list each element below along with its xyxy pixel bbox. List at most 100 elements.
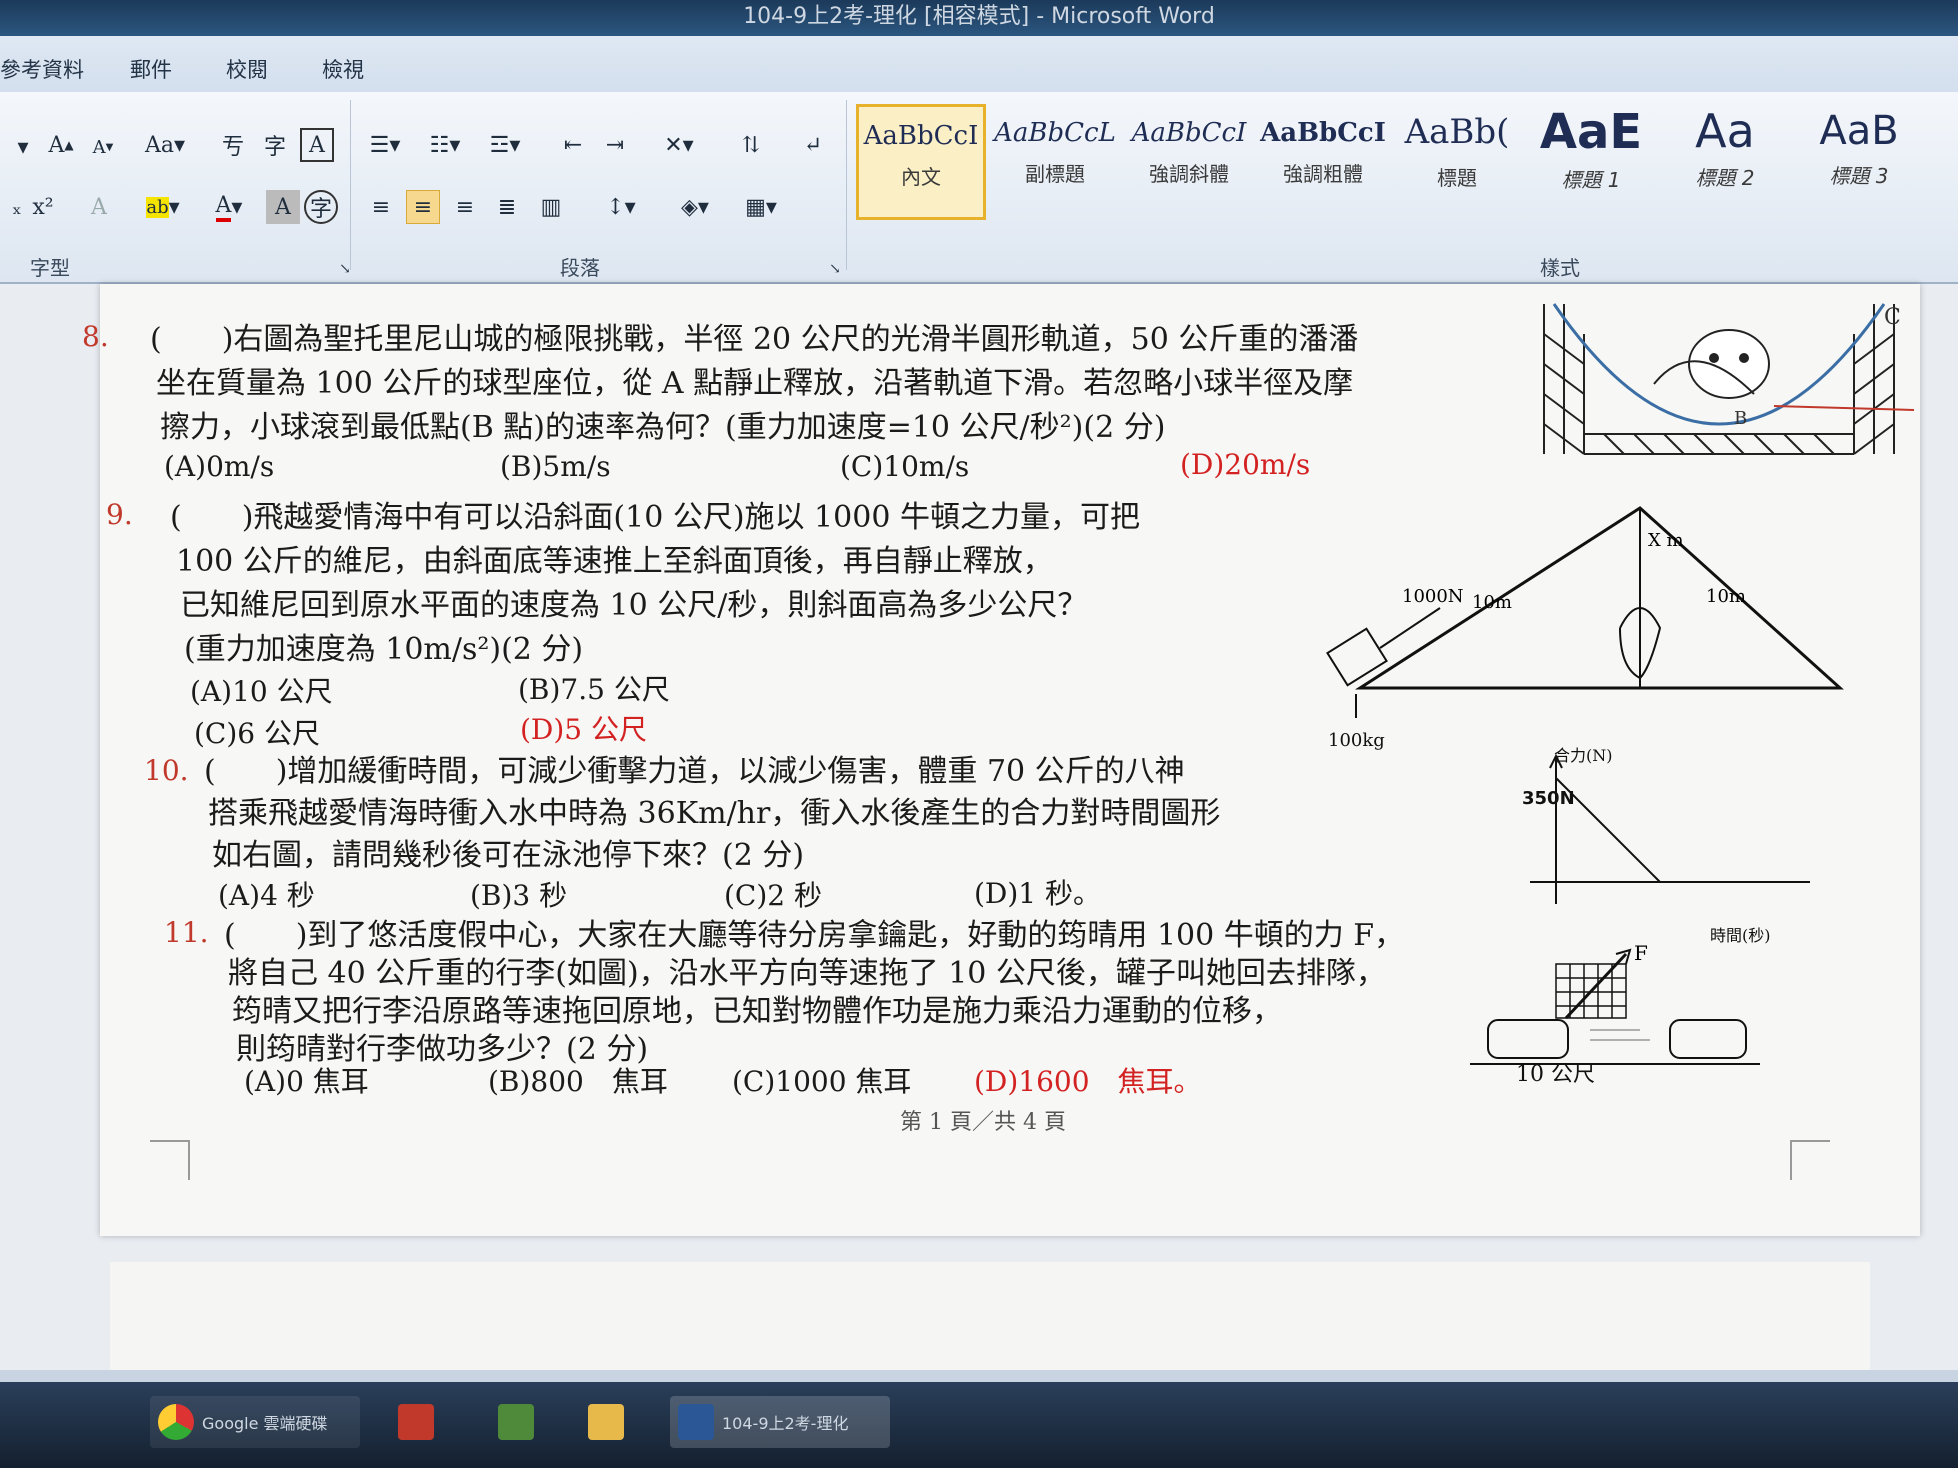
incline-figure: 1000N 10m 10m X m: [1326, 506, 1844, 718]
word-window: 104-9上2考-理化 [相容模式] - Microsoft Word 參考資料…: [0, 0, 1958, 1468]
option-c: (C)10m/s: [840, 450, 970, 483]
font-dialog-launcher-icon[interactable]: ↘: [328, 252, 362, 286]
option-a: (A)0m/s: [164, 450, 275, 483]
question-text: 如右圖，請問幾秒後可在泳池停下來？(2 分): [212, 838, 805, 873]
question-number: 10.: [144, 754, 189, 787]
enclose-circle-icon[interactable]: 字: [304, 190, 338, 224]
ribbon-tabs: 參考資料 郵件 校閱 檢視: [0, 36, 1958, 92]
multilevel-list-icon[interactable]: ☲▾: [480, 128, 530, 162]
roller-track-figure: C B: [1534, 294, 1914, 474]
option-d-answer: (D)1600 焦耳。: [974, 1065, 1202, 1098]
option-b: (B)7.5 公尺: [518, 673, 670, 706]
question-text: 100 公斤的維尼，由斜面底等速推上至斜面頂後，再自靜止釋放，: [176, 544, 1053, 579]
option-b: (B)5m/s: [500, 450, 611, 483]
block-game-icon: [498, 1404, 534, 1440]
text-effects-icon[interactable]: A: [82, 190, 116, 224]
bullets-icon[interactable]: ☰▾: [360, 128, 410, 162]
sort-icon[interactable]: ⇅: [734, 128, 768, 162]
style-emphasis-bold[interactable]: AaBbCcI 強調粗體: [1258, 104, 1388, 220]
option-d-answer: (D)5 公尺: [520, 713, 648, 746]
justify-icon[interactable]: ≣: [490, 190, 524, 224]
label-b: B: [1734, 408, 1747, 429]
question-text: 已知維尼回到原水平面的速度為 10 公尺/秒，則斜面高為多少公尺？: [180, 588, 1088, 623]
line-spacing-icon[interactable]: ↕▾: [594, 188, 648, 226]
side-left-label: 10m: [1472, 592, 1512, 613]
align-left-icon[interactable]: ≡: [364, 190, 398, 224]
enclose-char-icon[interactable]: 字: [258, 128, 292, 162]
graph-ylabel: 合力(N): [1554, 746, 1613, 765]
increase-indent-icon[interactable]: ⇥: [598, 128, 632, 162]
tab-mailings[interactable]: 郵件: [130, 54, 172, 84]
option-a: (A)10 公尺: [190, 675, 333, 708]
change-case-button[interactable]: Aa ▾: [142, 128, 188, 162]
distributed-icon[interactable]: ▥: [534, 190, 568, 224]
font-color-button[interactable]: A ▾: [202, 188, 256, 226]
taskbar-chrome[interactable]: Google 雲端硬碟: [150, 1396, 360, 1448]
style-title[interactable]: AaBb( 標題: [1392, 104, 1522, 220]
style-heading-3[interactable]: AaB 標題 3: [1794, 104, 1924, 220]
styles-gallery: AaBbCcI 內文 AaBbCcL 副標題 AaBbCcI 強調斜體 AaBb…: [856, 104, 1958, 224]
height-label: X m: [1648, 530, 1684, 551]
superscript-icon[interactable]: x²: [26, 190, 60, 224]
question-number: 11.: [164, 916, 209, 949]
question-text: 坐在質量為 100 公斤的球型座位，從 A 點靜止釋放，沿著軌道下滑。若忽略小球…: [156, 366, 1354, 401]
taskbar-explorer[interactable]: [580, 1396, 640, 1448]
tab-references[interactable]: 參考資料: [0, 54, 84, 84]
taskbar: Google 雲端硬碟 104-9上2考-理化: [0, 1382, 1958, 1468]
option-c: (C)2 秒: [724, 879, 822, 912]
highlight-button[interactable]: ab ▾: [136, 188, 190, 226]
document-page[interactable]: 8. ( )右圖為聖托里尼山城的極限挑戰，半徑 20 公尺的光滑半圓形軌道，50…: [82, 284, 1920, 1236]
numbering-icon[interactable]: ☷▾: [420, 128, 470, 162]
tab-view[interactable]: 檢視: [322, 54, 364, 84]
force-label: 1000N: [1402, 586, 1464, 607]
option-a: (A)0 焦耳: [244, 1065, 369, 1098]
align-center-icon[interactable]: ≡: [406, 190, 440, 224]
question-text: (重力加速度為 10m/s²)(2 分): [184, 632, 584, 667]
borders-icon[interactable]: ▦▾: [734, 188, 788, 226]
taskbar-word[interactable]: 104-9上2考-理化: [670, 1396, 890, 1448]
option-d: (D)1 秒。: [974, 877, 1102, 910]
style-subtitle[interactable]: AaBbCcL 副標題: [990, 104, 1120, 220]
folder-icon: [588, 1404, 624, 1440]
char-shading-icon[interactable]: A: [266, 190, 300, 224]
style-normal[interactable]: AaBbCcI 內文: [856, 104, 986, 220]
char-border-icon[interactable]: A: [300, 128, 334, 162]
question-text: ( )右圖為聖托里尼山城的極限挑戰，半徑 20 公尺的光滑半圓形軌道，50 公斤…: [150, 322, 1359, 357]
paragraph-group-label: 段落: [560, 256, 600, 280]
shading-icon[interactable]: ◈▾: [668, 188, 722, 226]
word-icon: [678, 1404, 714, 1440]
font-group-label: 字型: [30, 256, 70, 280]
question-text: 擦力，小球滾到最低點(B 點)的速率為何？(重力加速度=10 公尺/秒²)(2 …: [160, 410, 1166, 445]
shrink-font-button[interactable]: A ▼: [86, 130, 120, 164]
page-footer: 第 1 頁／共 4 頁: [900, 1110, 1066, 1135]
option-c: (C)1000 焦耳: [732, 1065, 912, 1098]
tab-review[interactable]: 校閱: [226, 54, 268, 84]
style-emphasis-italic[interactable]: AaBbCcI 強調斜體: [1124, 104, 1254, 220]
label-c: C: [1884, 305, 1901, 330]
taskbar-volume-app[interactable]: [390, 1396, 450, 1448]
force-f-label: F: [1634, 941, 1648, 965]
asian-layout-icon[interactable]: ✕▾: [654, 128, 704, 162]
option-b: (B)3 秒: [470, 879, 568, 912]
question-number: 9.: [106, 498, 133, 531]
question-number: 8.: [82, 320, 109, 353]
dropdown-arrow-icon[interactable]: ▾: [6, 130, 40, 164]
style-heading-1[interactable]: AaE 標題 1: [1526, 104, 1656, 220]
style-heading-2[interactable]: Aa 標題 2: [1660, 104, 1790, 220]
taskbar-minecraft[interactable]: [490, 1396, 550, 1448]
mass-label: 100kg: [1328, 730, 1385, 751]
option-a: (A)4 秒: [218, 879, 315, 912]
grow-font-button[interactable]: A ▲: [44, 128, 78, 162]
graph-yvalue: 350N: [1522, 788, 1575, 809]
option-d-answer: (D)20m/s: [1180, 448, 1311, 481]
chrome-icon: [158, 1404, 194, 1440]
decrease-indent-icon[interactable]: ⇤: [556, 128, 590, 162]
question-text: 搭乘飛越愛情海時衝入水中時為 36Km/hr，衝入水後產生的合力對時間圖形: [208, 796, 1221, 831]
distance-label: 10 公尺: [1516, 1062, 1595, 1087]
align-right-icon[interactable]: ≡: [448, 190, 482, 224]
question-text: ( )增加緩衝時間，可減少衝擊力道，以減少傷害，體重 70 公斤的八神: [204, 754, 1185, 789]
phonetic-guide-icon[interactable]: 亐: [216, 128, 250, 162]
show-marks-icon[interactable]: ↵: [796, 128, 830, 162]
document-page-2[interactable]: [110, 1262, 1870, 1382]
styles-group-label: 樣式: [1540, 256, 1580, 280]
